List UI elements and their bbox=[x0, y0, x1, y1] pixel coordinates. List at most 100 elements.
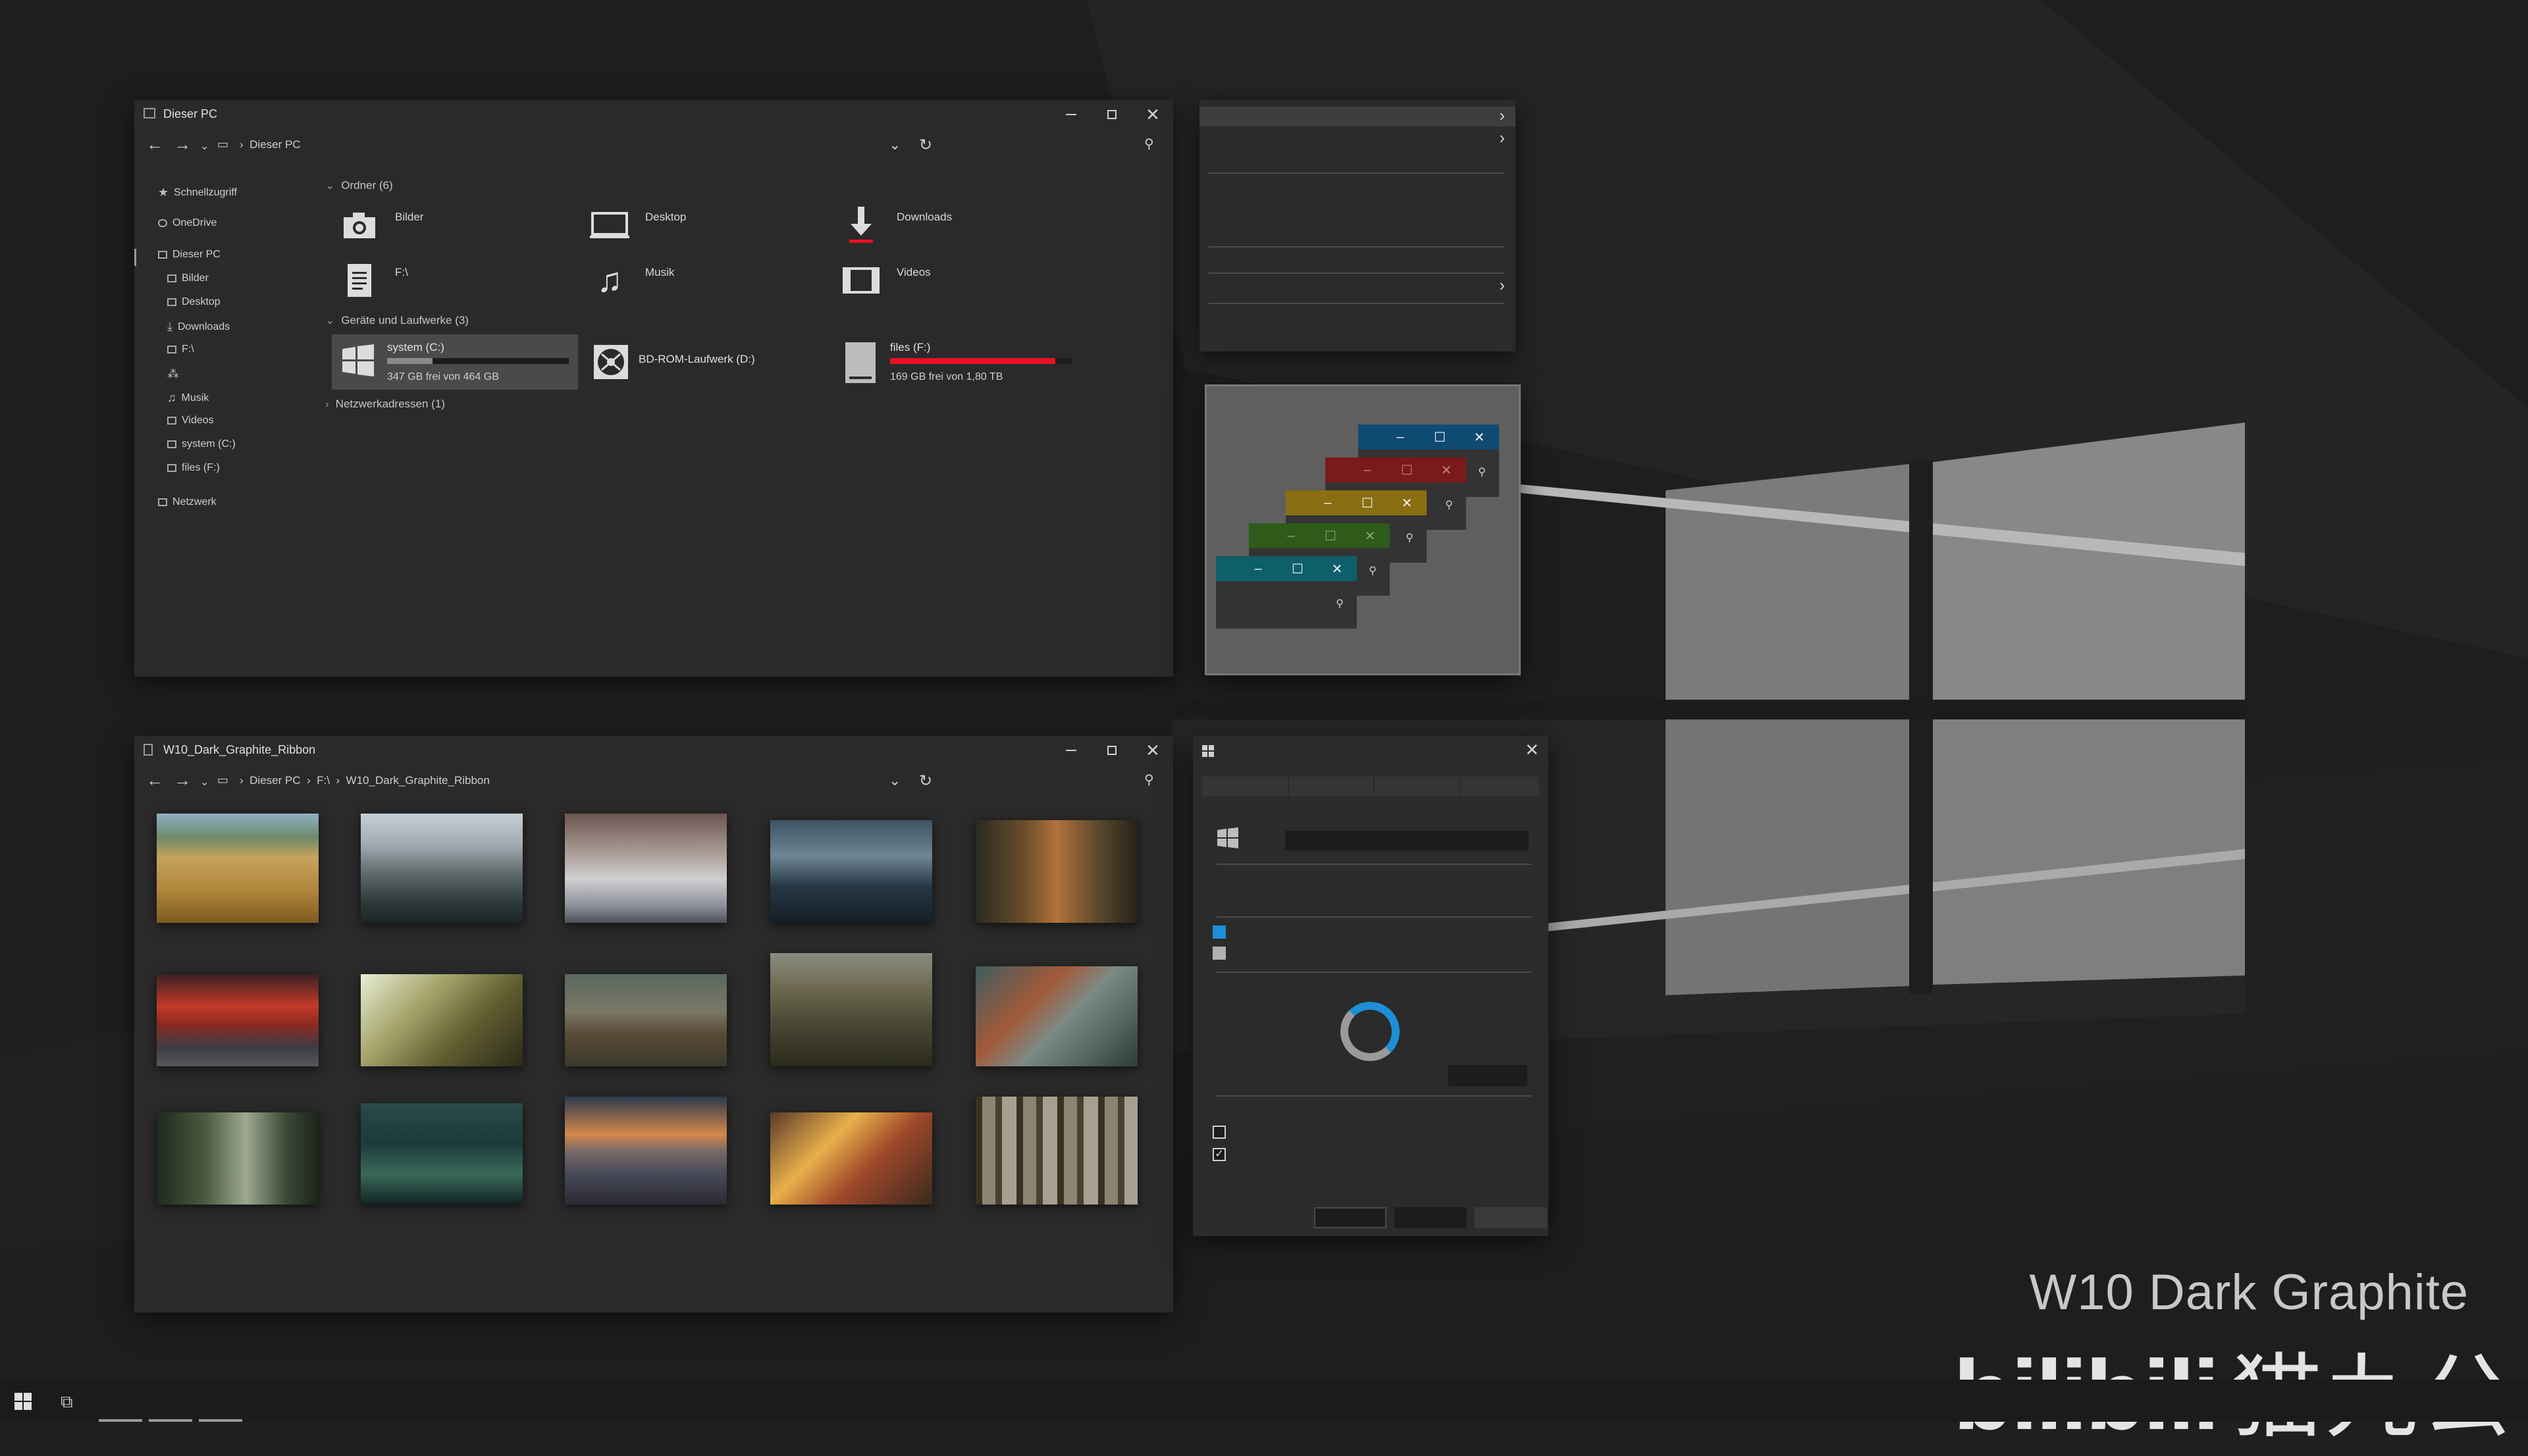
breadcrumb[interactable]: › Dieser PC bbox=[240, 138, 301, 151]
forward-arrow-icon[interactable]: → bbox=[174, 770, 191, 791]
image-thumbnail[interactable] bbox=[770, 820, 932, 923]
folder-musik[interactable]: ♫ Musik bbox=[590, 261, 840, 313]
sidebar-item-onedrive[interactable]: OneDrive bbox=[158, 217, 217, 229]
image-thumbnail[interactable] bbox=[361, 814, 523, 923]
drive-bd-rom-d[interactable]: BD-ROM-Laufwerk (D:) bbox=[583, 334, 830, 390]
folder-f-drive[interactable]: F:\ bbox=[340, 261, 590, 313]
folder-videos[interactable]: Videos bbox=[841, 261, 1092, 313]
sidebar-item-people[interactable]: ⁂ bbox=[167, 367, 184, 381]
up-arrow-icon[interactable]: ▭ bbox=[217, 138, 228, 151]
address-dropdown-icon[interactable]: ⌄ bbox=[889, 136, 901, 153]
section-header-geraete[interactable]: ⌄ Geräte und Laufwerke (3) bbox=[325, 314, 469, 327]
minimize-icon: – bbox=[1287, 528, 1295, 543]
explorer-window-folder: W10_Dark_Graphite_Ribbon ✕ ← → ⌄ ▭ › Die… bbox=[134, 736, 1173, 1313]
text-field[interactable] bbox=[1285, 831, 1529, 850]
taskbar-app-indicator[interactable] bbox=[149, 1419, 192, 1422]
sidebar-item-f-drive[interactable]: F:\ bbox=[167, 344, 194, 355]
taskbar-app-indicator[interactable] bbox=[199, 1419, 242, 1422]
drive-usage-bar bbox=[387, 358, 569, 364]
breadcrumb-current-folder[interactable]: W10_Dark_Graphite_Ribbon bbox=[346, 774, 490, 787]
back-arrow-icon[interactable]: ← bbox=[146, 134, 163, 155]
back-arrow-icon[interactable]: ← bbox=[146, 770, 163, 791]
image-thumbnail[interactable] bbox=[361, 974, 523, 1066]
network-icon bbox=[158, 498, 167, 506]
close-button[interactable]: ✕ bbox=[1132, 736, 1173, 765]
separator bbox=[1217, 972, 1531, 973]
people-icon: ⁂ bbox=[167, 367, 179, 380]
sidebar-item-bilder[interactable]: Bilder bbox=[167, 273, 209, 284]
image-thumbnail[interactable] bbox=[565, 974, 727, 1066]
image-thumbnail[interactable] bbox=[770, 1112, 932, 1205]
checkbox-unchecked[interactable] bbox=[1213, 1126, 1226, 1139]
search-icon[interactable]: ⚲ bbox=[1144, 771, 1154, 788]
sidebar-item-system-c[interactable]: system (C:) bbox=[167, 438, 236, 450]
section-header-ordner[interactable]: ⌄ Ordner (6) bbox=[325, 179, 393, 192]
preview-titlebar: – ☐ ✕ bbox=[1358, 425, 1499, 450]
refresh-icon[interactable]: ↻ bbox=[919, 771, 932, 791]
image-thumbnail[interactable] bbox=[976, 820, 1138, 923]
text-field-small[interactable] bbox=[1448, 1065, 1527, 1086]
start-button[interactable] bbox=[14, 1393, 32, 1413]
taskbar-app-indicator[interactable] bbox=[99, 1419, 142, 1422]
sidebar-item-videos[interactable]: Videos bbox=[167, 415, 214, 427]
close-button[interactable]: ✕ bbox=[1525, 740, 1539, 760]
radio-option-selected[interactable] bbox=[1213, 925, 1226, 939]
refresh-icon[interactable]: ↻ bbox=[919, 136, 932, 155]
address-dropdown-icon[interactable]: ⌄ bbox=[889, 772, 901, 789]
preview-titlebar: – ☐ ✕ bbox=[1216, 556, 1357, 581]
chevron-right-icon[interactable]: › bbox=[1499, 128, 1505, 148]
image-thumbnail[interactable] bbox=[157, 1112, 319, 1205]
sidebar-item-netzwerk[interactable]: Netzwerk bbox=[158, 496, 217, 508]
maximize-button[interactable] bbox=[1092, 100, 1132, 129]
image-thumbnail[interactable] bbox=[361, 1103, 523, 1205]
image-thumbnail[interactable] bbox=[976, 1097, 1138, 1205]
image-thumbnail[interactable] bbox=[565, 1097, 727, 1205]
search-icon[interactable]: ⚲ bbox=[1144, 136, 1154, 152]
image-thumbnail[interactable] bbox=[770, 953, 932, 1066]
checkbox-checked[interactable]: ✓ bbox=[1213, 1148, 1226, 1161]
recent-dropdown-icon[interactable]: ⌄ bbox=[200, 775, 209, 789]
title-bar[interactable]: Dieser PC ✕ bbox=[134, 100, 1173, 129]
minimize-button[interactable] bbox=[1051, 736, 1092, 765]
chevron-right-icon[interactable]: › bbox=[1499, 275, 1505, 296]
menu-item-highlighted[interactable] bbox=[1199, 107, 1515, 126]
radio-option[interactable] bbox=[1213, 947, 1226, 960]
dialog-button[interactable] bbox=[1475, 1207, 1547, 1228]
image-thumbnail[interactable] bbox=[157, 974, 319, 1066]
separator bbox=[1217, 864, 1531, 865]
minimize-icon: – bbox=[1324, 495, 1332, 510]
folder-downloads[interactable]: Downloads bbox=[841, 205, 1092, 258]
sidebar-item-musik[interactable]: ♫ Musik bbox=[167, 391, 209, 405]
image-thumbnail[interactable] bbox=[565, 814, 727, 923]
task-view-icon[interactable]: ⧉ bbox=[61, 1391, 73, 1413]
breadcrumb-dieser-pc[interactable]: Dieser PC bbox=[250, 774, 300, 787]
drive-system-c[interactable]: system (C:) 347 GB frei von 464 GB bbox=[332, 334, 578, 390]
sidebar-item-schnellzugriff[interactable]: ★ Schnellzugriff bbox=[158, 186, 237, 199]
folder-desktop[interactable]: Desktop bbox=[590, 205, 840, 258]
minimize-button[interactable] bbox=[1051, 100, 1092, 129]
dialog-button[interactable] bbox=[1394, 1207, 1467, 1228]
sidebar-item-dieser-pc[interactable]: Dieser PC bbox=[158, 249, 221, 261]
maximize-icon: ☐ bbox=[1361, 496, 1373, 511]
dialog-button-primary[interactable] bbox=[1314, 1207, 1386, 1228]
close-icon: ✕ bbox=[1364, 529, 1376, 544]
recent-dropdown-icon[interactable]: ⌄ bbox=[200, 140, 209, 153]
close-icon: ✕ bbox=[1331, 561, 1343, 577]
close-button[interactable]: ✕ bbox=[1132, 100, 1173, 129]
up-arrow-icon[interactable]: ▭ bbox=[217, 773, 228, 787]
chevron-right-icon[interactable]: › bbox=[1499, 105, 1505, 126]
folder-bilder[interactable]: Bilder bbox=[340, 205, 590, 258]
breadcrumb-dieser-pc[interactable]: Dieser PC bbox=[250, 138, 300, 151]
sidebar-item-desktop[interactable]: Desktop bbox=[167, 296, 221, 308]
forward-arrow-icon[interactable]: → bbox=[174, 134, 191, 155]
section-header-netzwerk[interactable]: › Netzwerkadressen (1) bbox=[325, 398, 445, 411]
title-bar[interactable]: W10_Dark_Graphite_Ribbon ✕ bbox=[134, 736, 1173, 765]
sidebar-item-files-f[interactable]: files (F:) bbox=[167, 462, 220, 474]
image-thumbnail[interactable] bbox=[976, 966, 1138, 1066]
maximize-button[interactable] bbox=[1092, 736, 1132, 765]
desktop-icon bbox=[167, 298, 176, 306]
sidebar-item-downloads[interactable]: ⤓ Downloads bbox=[167, 320, 230, 334]
drive-files-f[interactable]: files (F:) 169 GB frei von 1,80 TB bbox=[835, 334, 1081, 390]
breadcrumb-f-drive[interactable]: F:\ bbox=[317, 774, 330, 787]
image-thumbnail[interactable] bbox=[157, 814, 319, 923]
